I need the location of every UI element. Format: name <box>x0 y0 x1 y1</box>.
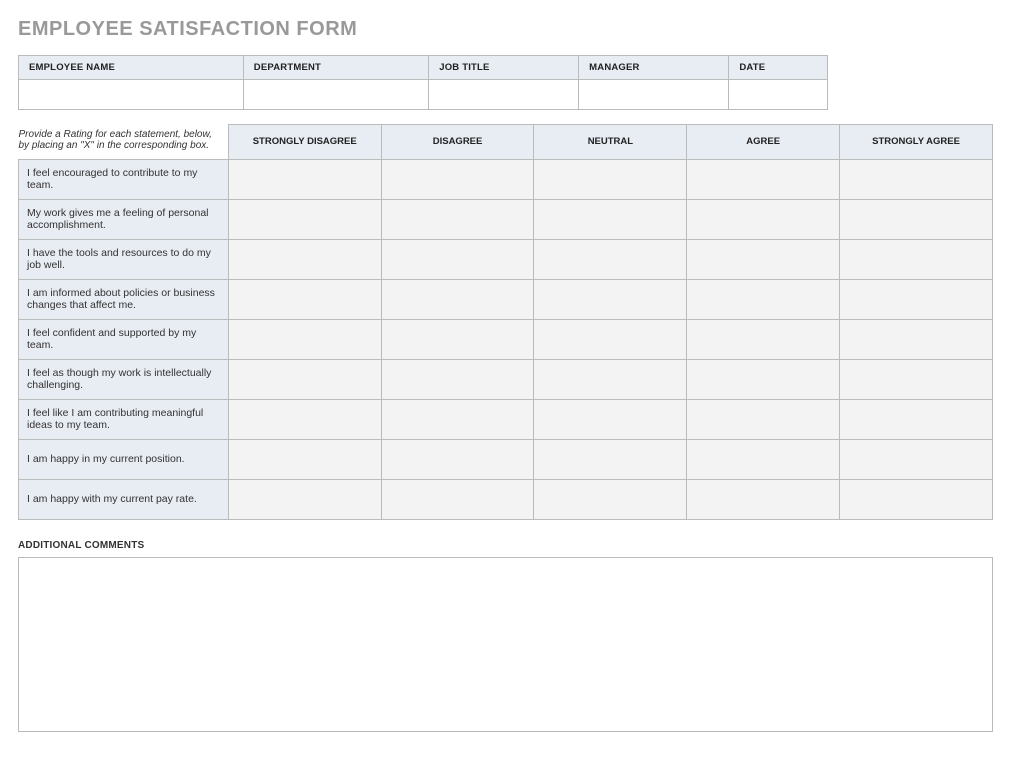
input-employee-name[interactable] <box>19 80 244 110</box>
statement-3: I am informed about policies or business… <box>19 279 229 319</box>
rating-cell-0-2[interactable] <box>534 159 687 199</box>
employee-info-table: EMPLOYEE NAME DEPARTMENT JOB TITLE MANAG… <box>18 55 828 110</box>
rating-cell-3-3[interactable] <box>687 279 840 319</box>
rating-cell-2-3[interactable] <box>687 239 840 279</box>
header-date: DATE <box>729 56 828 80</box>
statement-1: My work gives me a feeling of personal a… <box>19 199 229 239</box>
rating-cell-2-4[interactable] <box>840 239 993 279</box>
statement-0: I feel encouraged to contribute to my te… <box>19 159 229 199</box>
rating-instruction: Provide a Rating for each statement, bel… <box>19 125 229 160</box>
rating-cell-0-4[interactable] <box>840 159 993 199</box>
rating-cell-7-0[interactable] <box>228 439 381 479</box>
input-manager[interactable] <box>579 80 729 110</box>
rating-cell-2-0[interactable] <box>228 239 381 279</box>
statement-8: I am happy with my current pay rate. <box>19 479 229 519</box>
rating-cell-8-4[interactable] <box>840 479 993 519</box>
rating-cell-1-1[interactable] <box>381 199 534 239</box>
rating-table: Provide a Rating for each statement, bel… <box>18 124 993 520</box>
rating-cell-8-0[interactable] <box>228 479 381 519</box>
rating-cell-1-3[interactable] <box>687 199 840 239</box>
rating-cell-4-2[interactable] <box>534 319 687 359</box>
rating-cell-1-2[interactable] <box>534 199 687 239</box>
rating-cell-6-2[interactable] <box>534 399 687 439</box>
col-agree: AGREE <box>687 125 840 160</box>
header-manager: MANAGER <box>579 56 729 80</box>
rating-cell-5-4[interactable] <box>840 359 993 399</box>
form-title: EMPLOYEE SATISFACTION FORM <box>18 18 993 41</box>
rating-cell-0-3[interactable] <box>687 159 840 199</box>
header-job-title: JOB TITLE <box>429 56 579 80</box>
input-job-title[interactable] <box>429 80 579 110</box>
rating-cell-3-1[interactable] <box>381 279 534 319</box>
rating-cell-6-1[interactable] <box>381 399 534 439</box>
rating-cell-6-3[interactable] <box>687 399 840 439</box>
rating-cell-1-0[interactable] <box>228 199 381 239</box>
rating-cell-5-0[interactable] <box>228 359 381 399</box>
rating-cell-5-2[interactable] <box>534 359 687 399</box>
rating-cell-5-1[interactable] <box>381 359 534 399</box>
header-department: DEPARTMENT <box>243 56 428 80</box>
rating-cell-0-1[interactable] <box>381 159 534 199</box>
rating-cell-7-3[interactable] <box>687 439 840 479</box>
input-date[interactable] <box>729 80 828 110</box>
header-employee-name: EMPLOYEE NAME <box>19 56 244 80</box>
statement-2: I have the tools and resources to do my … <box>19 239 229 279</box>
rating-cell-3-2[interactable] <box>534 279 687 319</box>
rating-cell-4-4[interactable] <box>840 319 993 359</box>
rating-cell-4-3[interactable] <box>687 319 840 359</box>
comments-label: ADDITIONAL COMMENTS <box>18 540 993 551</box>
rating-cell-0-0[interactable] <box>228 159 381 199</box>
rating-cell-8-2[interactable] <box>534 479 687 519</box>
rating-cell-8-3[interactable] <box>687 479 840 519</box>
rating-cell-5-3[interactable] <box>687 359 840 399</box>
rating-cell-2-2[interactable] <box>534 239 687 279</box>
rating-cell-4-0[interactable] <box>228 319 381 359</box>
col-strongly-disagree: STRONGLY DISAGREE <box>228 125 381 160</box>
rating-cell-3-4[interactable] <box>840 279 993 319</box>
rating-cell-7-1[interactable] <box>381 439 534 479</box>
rating-cell-7-4[interactable] <box>840 439 993 479</box>
rating-cell-4-1[interactable] <box>381 319 534 359</box>
col-neutral: NEUTRAL <box>534 125 687 160</box>
statement-7: I am happy in my current position. <box>19 439 229 479</box>
statement-5: I feel as though my work is intellectual… <box>19 359 229 399</box>
rating-cell-3-0[interactable] <box>228 279 381 319</box>
comments-textarea[interactable] <box>18 557 993 732</box>
rating-cell-1-4[interactable] <box>840 199 993 239</box>
rating-cell-6-4[interactable] <box>840 399 993 439</box>
rating-cell-2-1[interactable] <box>381 239 534 279</box>
rating-cell-6-0[interactable] <box>228 399 381 439</box>
col-disagree: DISAGREE <box>381 125 534 160</box>
rating-cell-8-1[interactable] <box>381 479 534 519</box>
input-department[interactable] <box>243 80 428 110</box>
col-strongly-agree: STRONGLY AGREE <box>840 125 993 160</box>
statement-6: I feel like I am contributing meaningful… <box>19 399 229 439</box>
statement-4: I feel confident and supported by my tea… <box>19 319 229 359</box>
rating-cell-7-2[interactable] <box>534 439 687 479</box>
